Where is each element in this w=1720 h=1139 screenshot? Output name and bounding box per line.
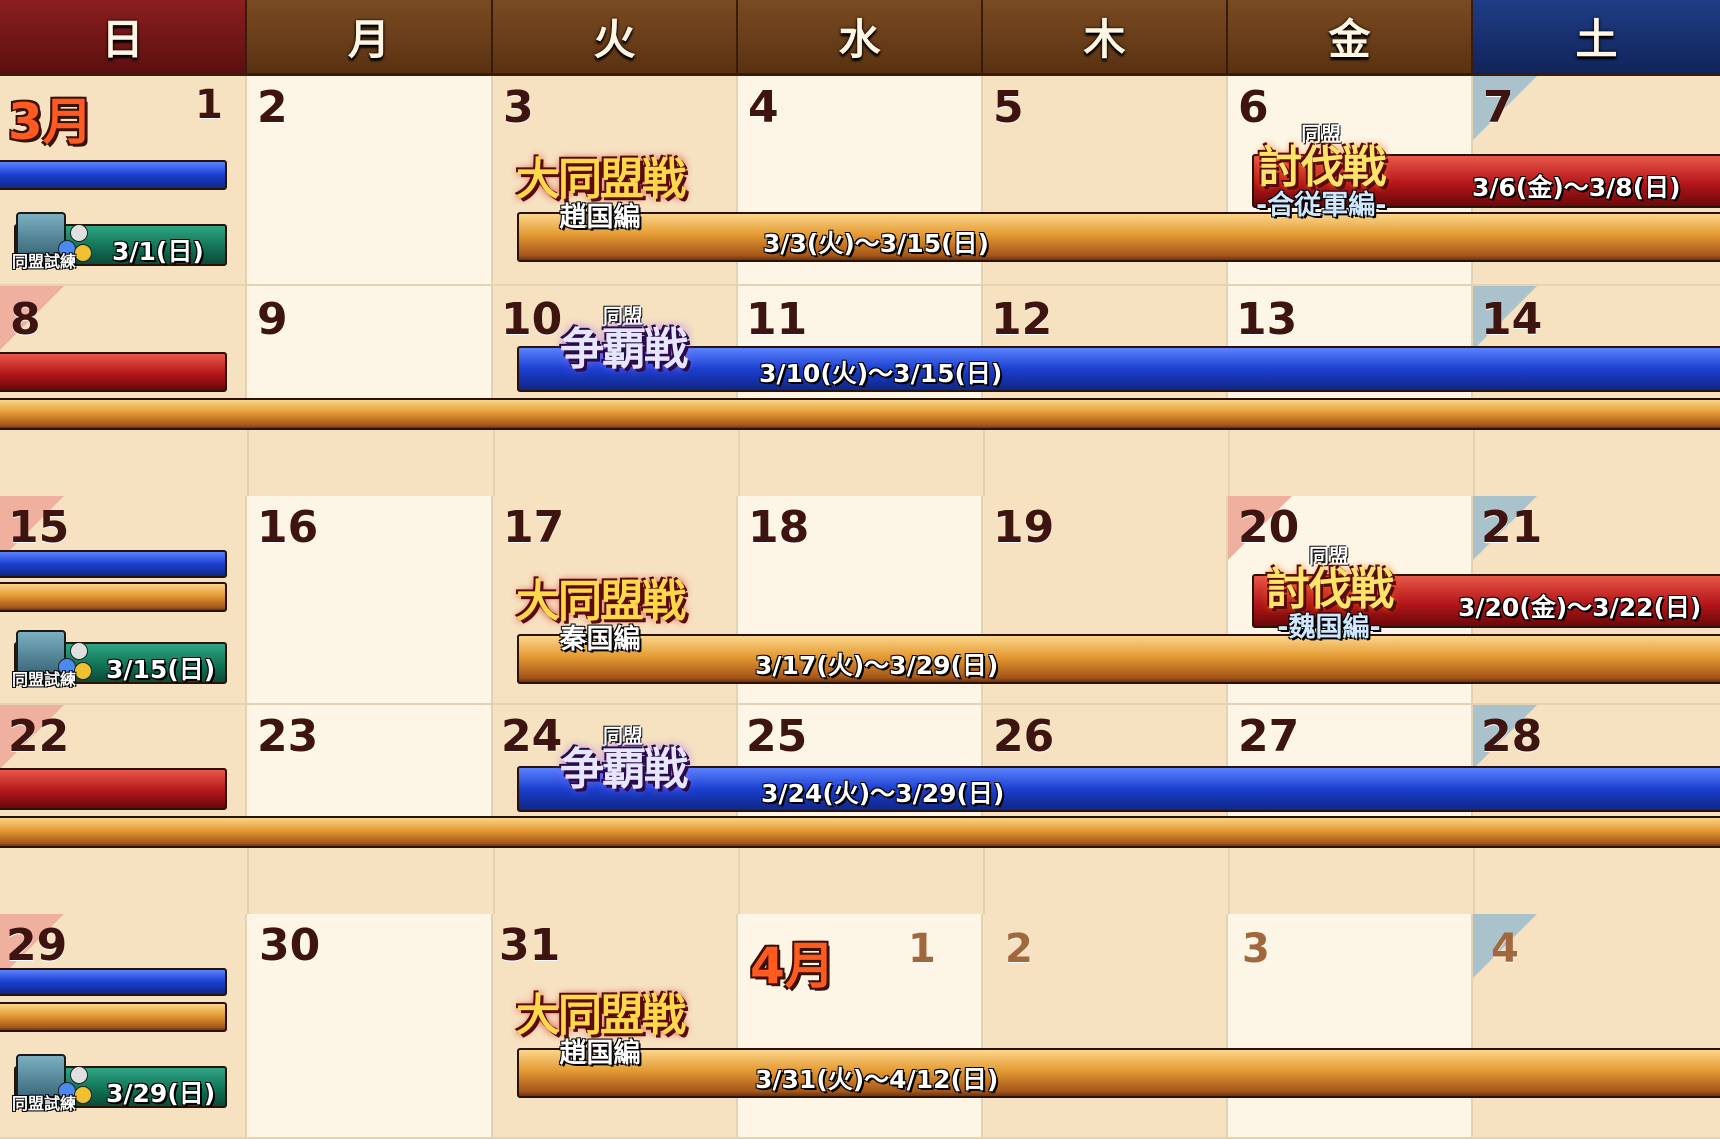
day-number: 16 bbox=[257, 502, 319, 553]
day-number: 8 bbox=[10, 294, 41, 345]
weekday-header-sun: 日 bbox=[0, 0, 247, 76]
day-number: 12 bbox=[991, 294, 1053, 345]
day-cell[interactable]: 2 bbox=[983, 914, 1228, 1139]
daidoumeisen-continuation-bar[interactable] bbox=[0, 398, 1720, 430]
day-number: 1 bbox=[195, 82, 223, 128]
day-number: 27 bbox=[1238, 711, 1300, 762]
tobatsusen-logo: 同盟 討伐戦 -合従軍編- bbox=[1256, 122, 1387, 221]
day-cell[interactable]: 4 bbox=[1473, 914, 1720, 1139]
event-date: 3/15(日) bbox=[106, 655, 216, 684]
day-number: 14 bbox=[1481, 294, 1543, 345]
event-date: 3/3(火)～3/15(日) bbox=[763, 229, 989, 258]
daidoumeisen-event-bar[interactable]: 3/31(火)～4/12(日) bbox=[517, 1048, 1720, 1098]
sohasen-continuation-bar[interactable] bbox=[0, 968, 227, 996]
spacer-row bbox=[0, 430, 1720, 496]
weekday-header-fri: 金 bbox=[1228, 0, 1473, 76]
day-number: 17 bbox=[503, 502, 565, 553]
day-cell[interactable]: 16 bbox=[247, 496, 493, 705]
day-number: 26 bbox=[993, 711, 1055, 762]
event-date: 3/10(火)～3/15(日) bbox=[759, 359, 1003, 388]
month-label-april: 4月 bbox=[750, 937, 835, 995]
sohasen-event-bar[interactable]: 3/10(火)～3/15(日) bbox=[517, 346, 1720, 392]
weekday-header-tue: 火 bbox=[493, 0, 738, 76]
day-number: 7 bbox=[1483, 82, 1514, 133]
event-calendar: 日 月 火 水 木 金 土 3月 1 2 3 4 5 6 7 8 9 10 11… bbox=[0, 0, 1720, 1139]
event-date: 3/17(火)～3/29(日) bbox=[755, 651, 999, 680]
day-number: 10 bbox=[501, 294, 563, 345]
day-cell[interactable]: 30 bbox=[247, 914, 493, 1139]
sohasen-logo: 同盟 争覇戦 bbox=[560, 304, 688, 375]
event-date: 3/1(日) bbox=[112, 237, 204, 266]
day-number: 9 bbox=[257, 294, 288, 345]
tobatsusen-logo: 同盟 討伐戦 -魏国編- bbox=[1266, 544, 1394, 643]
month-label-march: 3月 bbox=[8, 93, 93, 151]
weekday-header-wed: 水 bbox=[738, 0, 983, 76]
day-cell[interactable]: 4月 1 bbox=[738, 914, 983, 1139]
spacer-row bbox=[0, 848, 1720, 914]
alliance-war-continuation-bar[interactable] bbox=[0, 160, 227, 190]
event-date: 3/24(火)～3/29(日) bbox=[761, 779, 1005, 808]
tobatsusen-continuation-bar[interactable] bbox=[0, 768, 227, 810]
day-number: 28 bbox=[1481, 711, 1543, 762]
day-number: 18 bbox=[748, 502, 810, 553]
event-date: 3/20(金)～3/22(日) bbox=[1458, 593, 1702, 622]
day-number: 2 bbox=[257, 82, 288, 133]
day-number: 15 bbox=[8, 502, 70, 553]
event-date: 3/31(火)～4/12(日) bbox=[755, 1065, 999, 1094]
daidoumeisen-event-bar[interactable]: 3/17(火)～3/29(日) bbox=[517, 634, 1720, 684]
weekday-header-thu: 木 bbox=[983, 0, 1228, 76]
day-number: 22 bbox=[8, 711, 70, 762]
daidoumeisen-logo: 大同盟戦 趙国編 bbox=[516, 154, 686, 233]
day-cell[interactable]: 2 bbox=[247, 76, 493, 286]
daidoumeisen-logo: 大同盟戦 趙国編 bbox=[516, 990, 686, 1069]
daidoumeisen-continuation-bar[interactable] bbox=[0, 582, 227, 612]
day-number: 29 bbox=[6, 920, 68, 971]
day-number: 21 bbox=[1481, 502, 1543, 553]
sohasen-event-bar[interactable]: 3/24(火)～3/29(日) bbox=[517, 766, 1720, 812]
daidoumeisen-logo: 大同盟戦 秦国編 bbox=[516, 576, 686, 655]
alliance-trial-badge: 同盟試練 bbox=[12, 1052, 92, 1114]
day-number: 25 bbox=[746, 711, 808, 762]
day-number: 13 bbox=[1236, 294, 1298, 345]
sohasen-continuation-bar[interactable] bbox=[0, 550, 227, 578]
day-number: 24 bbox=[501, 711, 563, 762]
day-number: 1 bbox=[908, 926, 936, 972]
weekday-header-mon: 月 bbox=[247, 0, 493, 76]
day-cell[interactable]: 3 bbox=[1228, 914, 1473, 1139]
sohasen-logo: 同盟 争覇戦 bbox=[560, 724, 688, 795]
event-date: 3/29(日) bbox=[106, 1079, 216, 1108]
day-number: 19 bbox=[993, 502, 1055, 553]
weekday-header-sat: 土 bbox=[1473, 0, 1720, 76]
day-number: 2 bbox=[1005, 926, 1033, 972]
day-number: 11 bbox=[746, 294, 808, 345]
tobatsusen-continuation-bar[interactable] bbox=[0, 352, 227, 392]
day-number: 31 bbox=[499, 920, 561, 971]
daidoumeisen-continuation-bar[interactable] bbox=[0, 1002, 227, 1032]
daidoumeisen-continuation-bar[interactable] bbox=[0, 816, 1720, 848]
event-date: 3/6(金)～3/8(日) bbox=[1472, 173, 1681, 202]
day-number: 4 bbox=[1491, 926, 1519, 972]
daidoumeisen-event-bar[interactable]: 3/3(火)～3/15(日) bbox=[517, 212, 1720, 262]
day-number: 30 bbox=[259, 920, 321, 971]
day-number: 3 bbox=[503, 82, 534, 133]
alliance-trial-badge: 同盟試練 bbox=[12, 210, 92, 272]
day-number: 5 bbox=[993, 82, 1024, 133]
day-number: 3 bbox=[1242, 926, 1270, 972]
alliance-trial-badge: 同盟試練 bbox=[12, 628, 92, 690]
day-number: 4 bbox=[748, 82, 779, 133]
day-number: 23 bbox=[257, 711, 319, 762]
